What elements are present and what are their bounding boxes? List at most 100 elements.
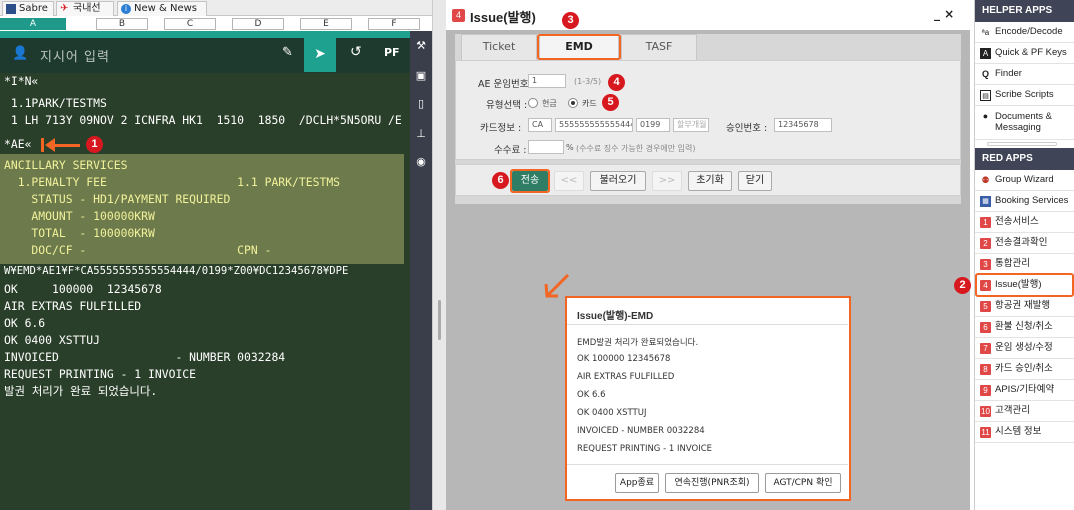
tab-domestic[interactable]: ✈ 국내선 xyxy=(56,1,114,16)
history-icon[interactable]: ↺ xyxy=(350,44,362,60)
edit-icon[interactable]: ✎ xyxy=(282,45,293,60)
callout-badge-3: 3 xyxy=(562,12,579,29)
tab-sabre[interactable]: Sabre xyxy=(2,1,54,16)
terminal-line: REQUEST PRINTING - 1 INVOICE xyxy=(4,367,197,381)
pin-icon: ● xyxy=(982,111,989,121)
item-number: 3 xyxy=(980,259,991,270)
terminal-output: *I*N« 1.1PARK/TESTMS 1 LH 713Y 09NOV 2 I… xyxy=(0,73,410,510)
next-button[interactable]: >> xyxy=(652,171,682,191)
terminal-line: OK 6.6 xyxy=(4,316,46,330)
wrench-icon[interactable]: ⚒ xyxy=(414,39,428,53)
ancillary-highlight: ANCILLARY SERVICES 1.PENALTY FEE 1.1 PAR… xyxy=(0,154,404,264)
helper-item-finder[interactable]: Q Finder xyxy=(975,64,1074,85)
helper-scrollbar[interactable] xyxy=(987,142,1057,146)
red-item-9[interactable]: 9 APIS/기타예약 xyxy=(975,380,1074,401)
area-d-button[interactable]: D xyxy=(232,18,284,30)
item-number: 10 xyxy=(980,406,991,417)
helper-item-label: Finder xyxy=(995,68,1022,79)
command-input[interactable]: 지시어 입력 xyxy=(40,46,110,65)
emd-result-dialog: Issue(발행)-EMD EMD발권 처리가 완료되었습니다. OK 1000… xyxy=(565,296,851,501)
installment-input[interactable]: 할부개월 xyxy=(673,118,709,132)
terminal-line: AIR EXTRAS FULFILLED xyxy=(4,299,142,313)
dialog-message-line: OK 6.6 xyxy=(577,390,606,400)
issue-panel-title: Issue(발행) xyxy=(470,10,536,25)
approval-input[interactable]: 12345678 xyxy=(774,118,832,132)
fee-label: 수수료 : xyxy=(494,145,527,156)
tab-ticket[interactable]: Ticket xyxy=(461,34,537,60)
reset-button[interactable]: 초기화 xyxy=(688,171,732,191)
fee-input[interactable] xyxy=(528,140,564,154)
cash-radio[interactable] xyxy=(528,98,538,108)
red-item-label: 환불 신청/취소 xyxy=(995,321,1053,332)
area-c-button[interactable]: C xyxy=(164,18,216,30)
app-exit-button[interactable]: App종료 xyxy=(615,473,659,493)
dialog-message-line: AIR EXTRAS FULFILLED xyxy=(577,372,675,382)
terminal-side-toolbar: ⚒ ▣ ▯ ⊥ ◉ xyxy=(410,31,432,510)
cash-radio-label: 현금 xyxy=(542,99,557,108)
tab-tasf[interactable]: TASF xyxy=(621,34,697,60)
close-form-button[interactable]: 닫기 xyxy=(738,171,772,191)
pf-button[interactable]: PF xyxy=(384,46,400,59)
red-item-group-wizard[interactable]: ⚉ Group Wizard xyxy=(975,170,1074,191)
terminal-line: STATUS - HD1/PAYMENT REQUIRED xyxy=(4,192,231,206)
prev-button[interactable]: << xyxy=(554,171,584,191)
red-item-10[interactable]: 10 고객관리 xyxy=(975,401,1074,422)
terminal-line: 1 LH 713Y 09NOV 2 ICNFRA HK1 1510 1850 /… xyxy=(4,113,402,127)
red-item-5[interactable]: 5 항공권 재발행 xyxy=(975,296,1074,317)
helper-item-documents[interactable]: ● Documents & Messaging xyxy=(975,106,1074,140)
tab-news[interactable]: i New & News xyxy=(117,1,207,16)
area-a-button[interactable]: A xyxy=(0,18,66,30)
red-item-7[interactable]: 7 운임 생성/수정 xyxy=(975,338,1074,359)
card-radio[interactable] xyxy=(568,98,578,108)
red-item-3[interactable]: 3 통합관리 xyxy=(975,254,1074,275)
group-icon: ⚉ xyxy=(981,175,990,185)
panel-splitter[interactable] xyxy=(432,0,446,510)
red-item-6[interactable]: 6 환불 신청/취소 xyxy=(975,317,1074,338)
splitter-handle[interactable] xyxy=(438,300,441,340)
callout-arrowhead xyxy=(45,138,55,152)
item-number: 2 xyxy=(980,238,991,249)
terminal-line: W¥EMD*AE1¥F*CA5555555555554444/0199*Z00¥… xyxy=(4,265,349,277)
command-bar: 👤 지시어 입력 ✎ ➤ ↺ PF xyxy=(0,31,410,73)
area-e-button[interactable]: E xyxy=(300,18,352,30)
pin-icon[interactable]: ⊥ xyxy=(414,127,428,141)
send-button[interactable]: ➤ xyxy=(304,37,336,72)
ae-fare-label: AE 운임번호 : xyxy=(478,79,535,90)
area-f-button[interactable]: F xyxy=(368,18,420,30)
dialog-message-line: OK 100000 12345678 xyxy=(577,354,671,364)
card-type-input[interactable]: CA xyxy=(528,118,552,132)
red-item-1[interactable]: 1 전송서비스 xyxy=(975,212,1074,233)
continue-pnr-button[interactable]: 연속진행(PNR조회) xyxy=(665,473,759,493)
red-item-label: 시스템 정보 xyxy=(995,426,1042,437)
play-icon[interactable]: ◉ xyxy=(414,155,428,169)
load-button[interactable]: 불러오기 xyxy=(590,171,646,191)
clipboard-icon[interactable]: ▯ xyxy=(414,97,428,111)
area-b-button[interactable]: B xyxy=(96,18,148,30)
red-item-booking-services[interactable]: ▦ Booking Services xyxy=(975,191,1074,212)
card-expiry-input[interactable]: 0199 xyxy=(636,118,670,132)
red-item-8[interactable]: 8 카드 승인/취소 xyxy=(975,359,1074,380)
red-item-11[interactable]: 11 시스템 정보 xyxy=(975,422,1074,443)
agt-cpn-check-button[interactable]: AGT/CPN 확인 xyxy=(765,473,841,493)
emd-form: Ticket EMD TASF AE 운임번호 : 1 (1-3/5) 4 유형… xyxy=(455,34,961,204)
ab-icon: ªa xyxy=(981,28,990,37)
item-number: 8 xyxy=(980,364,991,375)
helper-item-quick-keys[interactable]: A Quick & PF Keys xyxy=(975,43,1074,64)
dialog-title: Issue(발행)-EMD xyxy=(577,311,654,322)
dialog-divider xyxy=(567,324,848,325)
callout-badge-5: 5 xyxy=(602,94,619,111)
item-number: 5 xyxy=(980,301,991,312)
red-item-2[interactable]: 2 전송결과확인 xyxy=(975,233,1074,254)
tab-news-label: New & News xyxy=(134,3,197,14)
fee-unit: % xyxy=(566,143,574,152)
user-icon: 👤 xyxy=(12,46,29,61)
card-number-input[interactable]: 5555555555554444 xyxy=(555,118,633,132)
helper-item-encode-decode[interactable]: ªa Encode/Decode xyxy=(975,22,1074,43)
window-controls[interactable]: _ × xyxy=(934,7,954,21)
ae-fare-input[interactable]: 1 xyxy=(528,74,566,88)
terminal-line: ANCILLARY SERVICES xyxy=(4,158,128,172)
briefcase-icon[interactable]: ▣ xyxy=(414,69,428,83)
tab-sabre-label: Sabre xyxy=(19,3,48,14)
payment-type-label: 유형선택 : xyxy=(486,100,528,111)
helper-item-scribe[interactable]: ▤ Scribe Scripts xyxy=(975,85,1074,106)
